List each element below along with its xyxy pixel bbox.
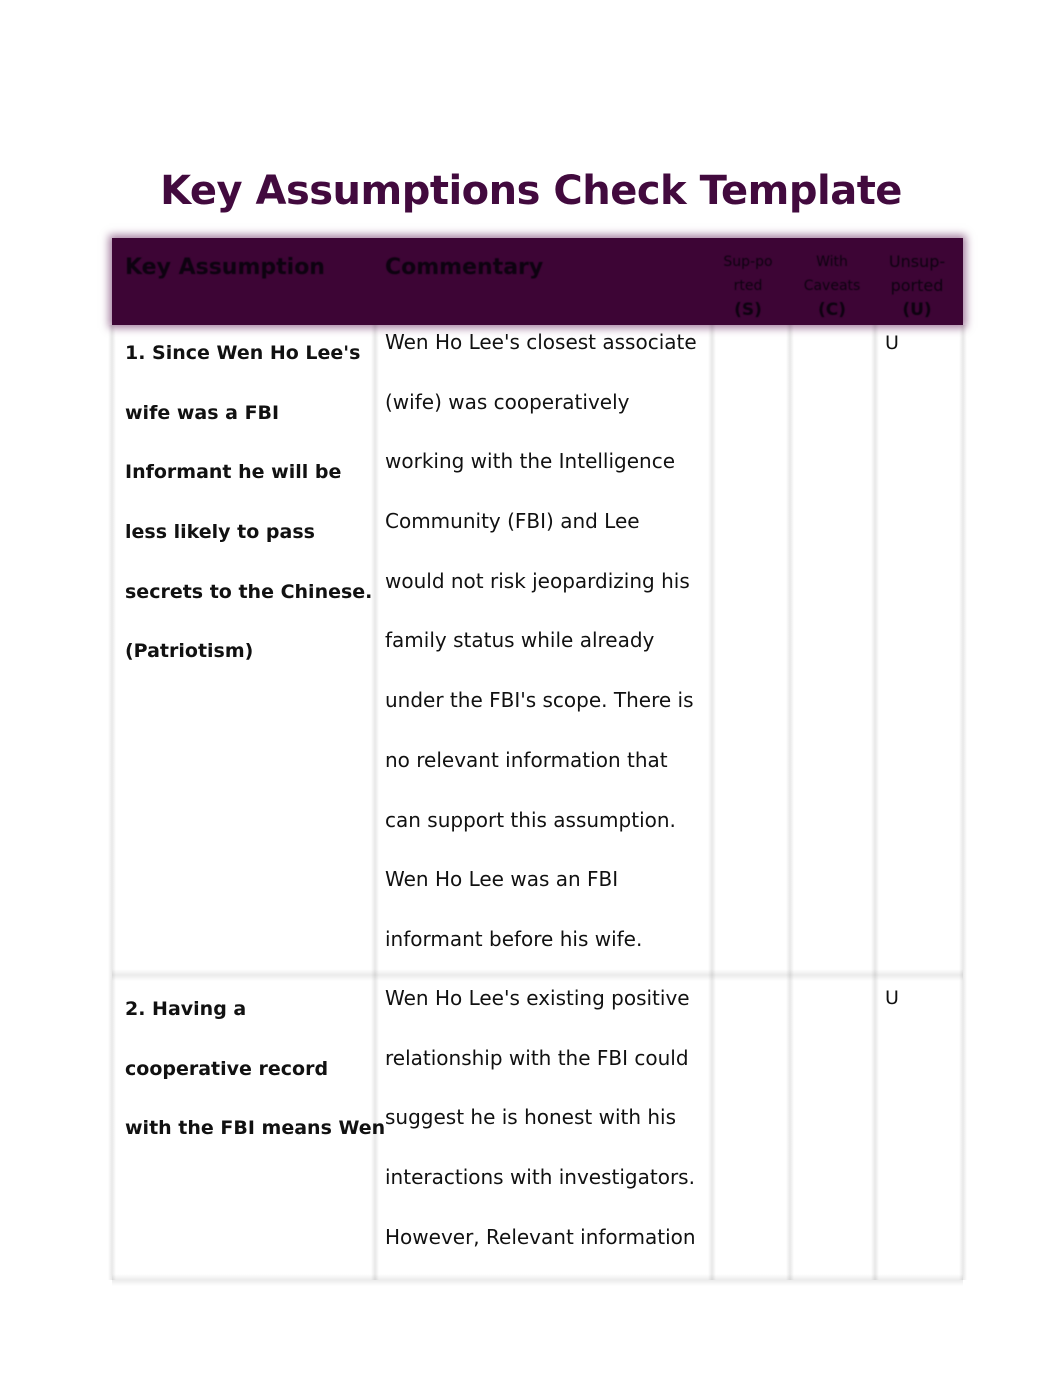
header-caveats-line: Caveats — [803, 278, 861, 294]
header-with-caveats: With Caveats (C) — [792, 250, 872, 337]
unsupported-cell: U — [885, 987, 899, 1009]
cell-border — [786, 325, 794, 975]
page-title: Key Assumptions Check Template — [160, 168, 902, 214]
unsupported-cell: U — [885, 332, 899, 354]
commentary-line: (wife) was cooperatively — [385, 389, 630, 414]
assumption-line: with the FBI means Wen — [125, 1117, 386, 1140]
commentary-line: interactions with investigators. — [385, 1165, 695, 1190]
assumption-line: Informant he will be — [125, 461, 342, 484]
header-unsupported-abbr: (U) — [902, 300, 932, 320]
cell-border — [871, 975, 879, 1280]
commentary-cell: Wen Ho Lee's existing positive relations… — [385, 987, 696, 1285]
commentary-line: under the FBI's scope. There is — [385, 688, 694, 713]
header-supported-line: rted — [733, 278, 763, 294]
header-caveats-line: With — [816, 254, 848, 270]
header-unsupported: Unsup- ported (U) — [878, 250, 956, 337]
cell-border — [708, 325, 716, 975]
header-caveats-abbr: (C) — [817, 300, 846, 320]
assumption-cell: 1. Since Wen Ho Lee's wife was a FBI Inf… — [125, 342, 372, 700]
assumption-line: (Patriotism) — [125, 640, 254, 663]
cell-border — [708, 975, 716, 1280]
commentary-line: family status while already — [385, 628, 655, 653]
commentary-line: working with the Intelligence — [385, 449, 676, 474]
cell-border — [108, 325, 116, 975]
commentary-line: relationship with the FBI could — [385, 1045, 689, 1070]
commentary-line: Community (FBI) and Lee — [385, 509, 640, 534]
cell-border — [959, 975, 967, 1280]
table-bottom-border — [112, 1274, 963, 1286]
cell-border — [871, 325, 879, 975]
table-header: Key Assumption Commentary Sup-po rted (S… — [112, 238, 963, 325]
commentary-line: Wen Ho Lee's existing positive — [385, 986, 690, 1010]
commentary-line: Wen Ho Lee was an FBI — [385, 867, 619, 892]
header-supported-abbr: (S) — [734, 300, 762, 320]
commentary-line: no relevant information that — [385, 747, 668, 772]
assumption-line: 1. Since Wen Ho Lee's — [125, 342, 361, 364]
commentary-line: can support this assumption. — [385, 807, 676, 832]
header-supported-line: Sup-po — [723, 254, 773, 270]
commentary-line: would not risk jeopardizing his — [385, 568, 690, 593]
assumption-line: wife was a FBI — [125, 401, 280, 424]
assumption-line: cooperative record — [125, 1057, 329, 1080]
header-supported: Sup-po rted (S) — [712, 250, 784, 337]
cell-border — [786, 975, 794, 1280]
header-unsupported-line: Unsup- — [888, 252, 946, 271]
cell-border — [959, 325, 967, 975]
commentary-line: suggest he is honest with his — [385, 1105, 677, 1130]
assumption-line: 2. Having a — [125, 998, 247, 1020]
header-unsupported-line: ported — [890, 276, 944, 295]
assumption-cell: 2. Having a cooperative record with the … — [125, 998, 385, 1177]
table-row: 2. Having a cooperative record with the … — [108, 975, 967, 1280]
cell-border — [108, 975, 116, 1280]
table-row: 1. Since Wen Ho Lee's wife was a FBI Inf… — [108, 325, 967, 975]
assumption-line: secrets to the Chinese. — [125, 580, 373, 603]
commentary-line: Wen Ho Lee's closest associate — [385, 330, 697, 354]
commentary-cell: Wen Ho Lee's closest associate (wife) wa… — [385, 331, 697, 988]
assumption-line: less likely to pass — [125, 521, 315, 544]
